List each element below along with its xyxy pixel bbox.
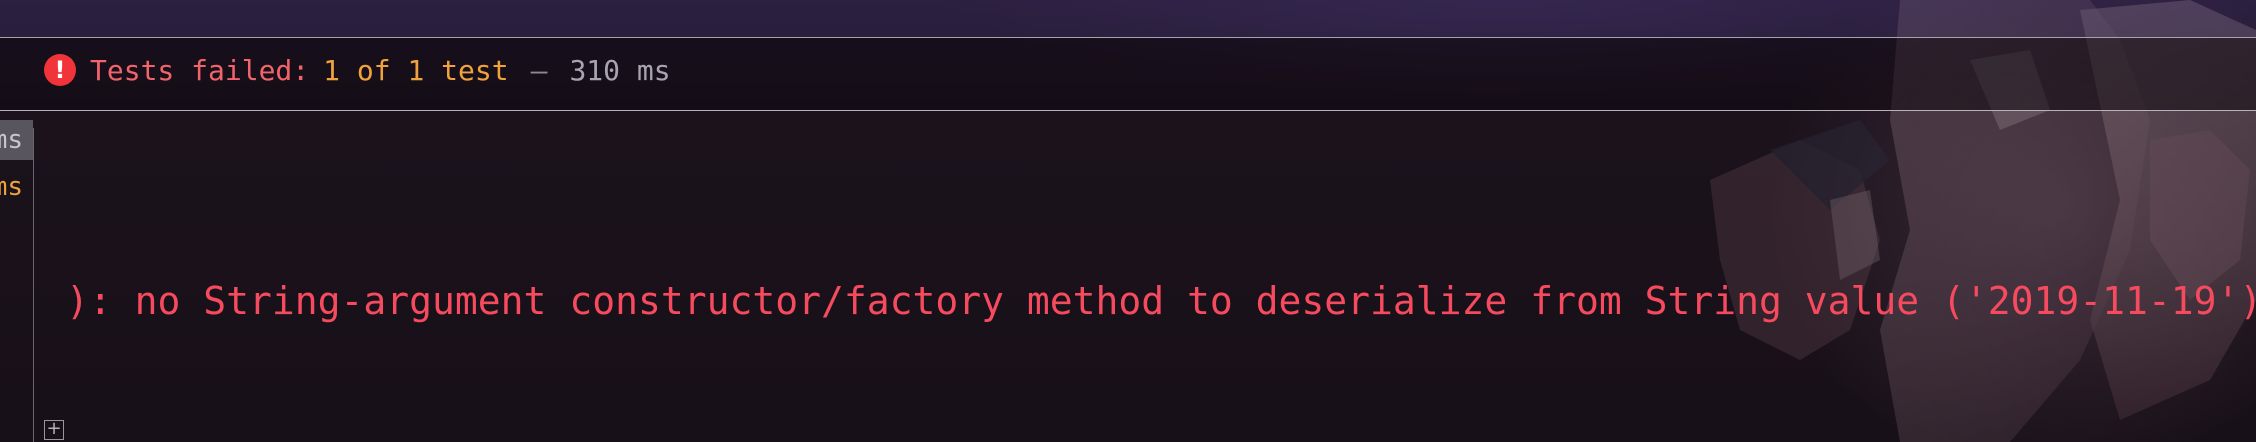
test-tree-row-duration[interactable]: ms [0,120,23,160]
failed-count: 1 of 1 test [323,53,509,87]
test-tree-row-duration[interactable]: ms [0,167,23,207]
expand-plus-icon[interactable]: + [44,420,64,440]
test-status: ! Tests failed: 1 of 1 test – 310 ms [44,52,671,88]
test-tree-panel [0,111,33,442]
status-separator: – [530,53,548,87]
console-error-message: ): no String-argument constructor/factor… [66,279,2256,323]
panel-splitter[interactable] [33,128,34,442]
window-top-strip [0,0,2256,37]
tests-failed-label: Tests failed: [90,53,310,87]
divider-line [0,110,2256,111]
error-circle-icon: ! [44,54,76,86]
test-duration: 310 ms [569,53,671,87]
